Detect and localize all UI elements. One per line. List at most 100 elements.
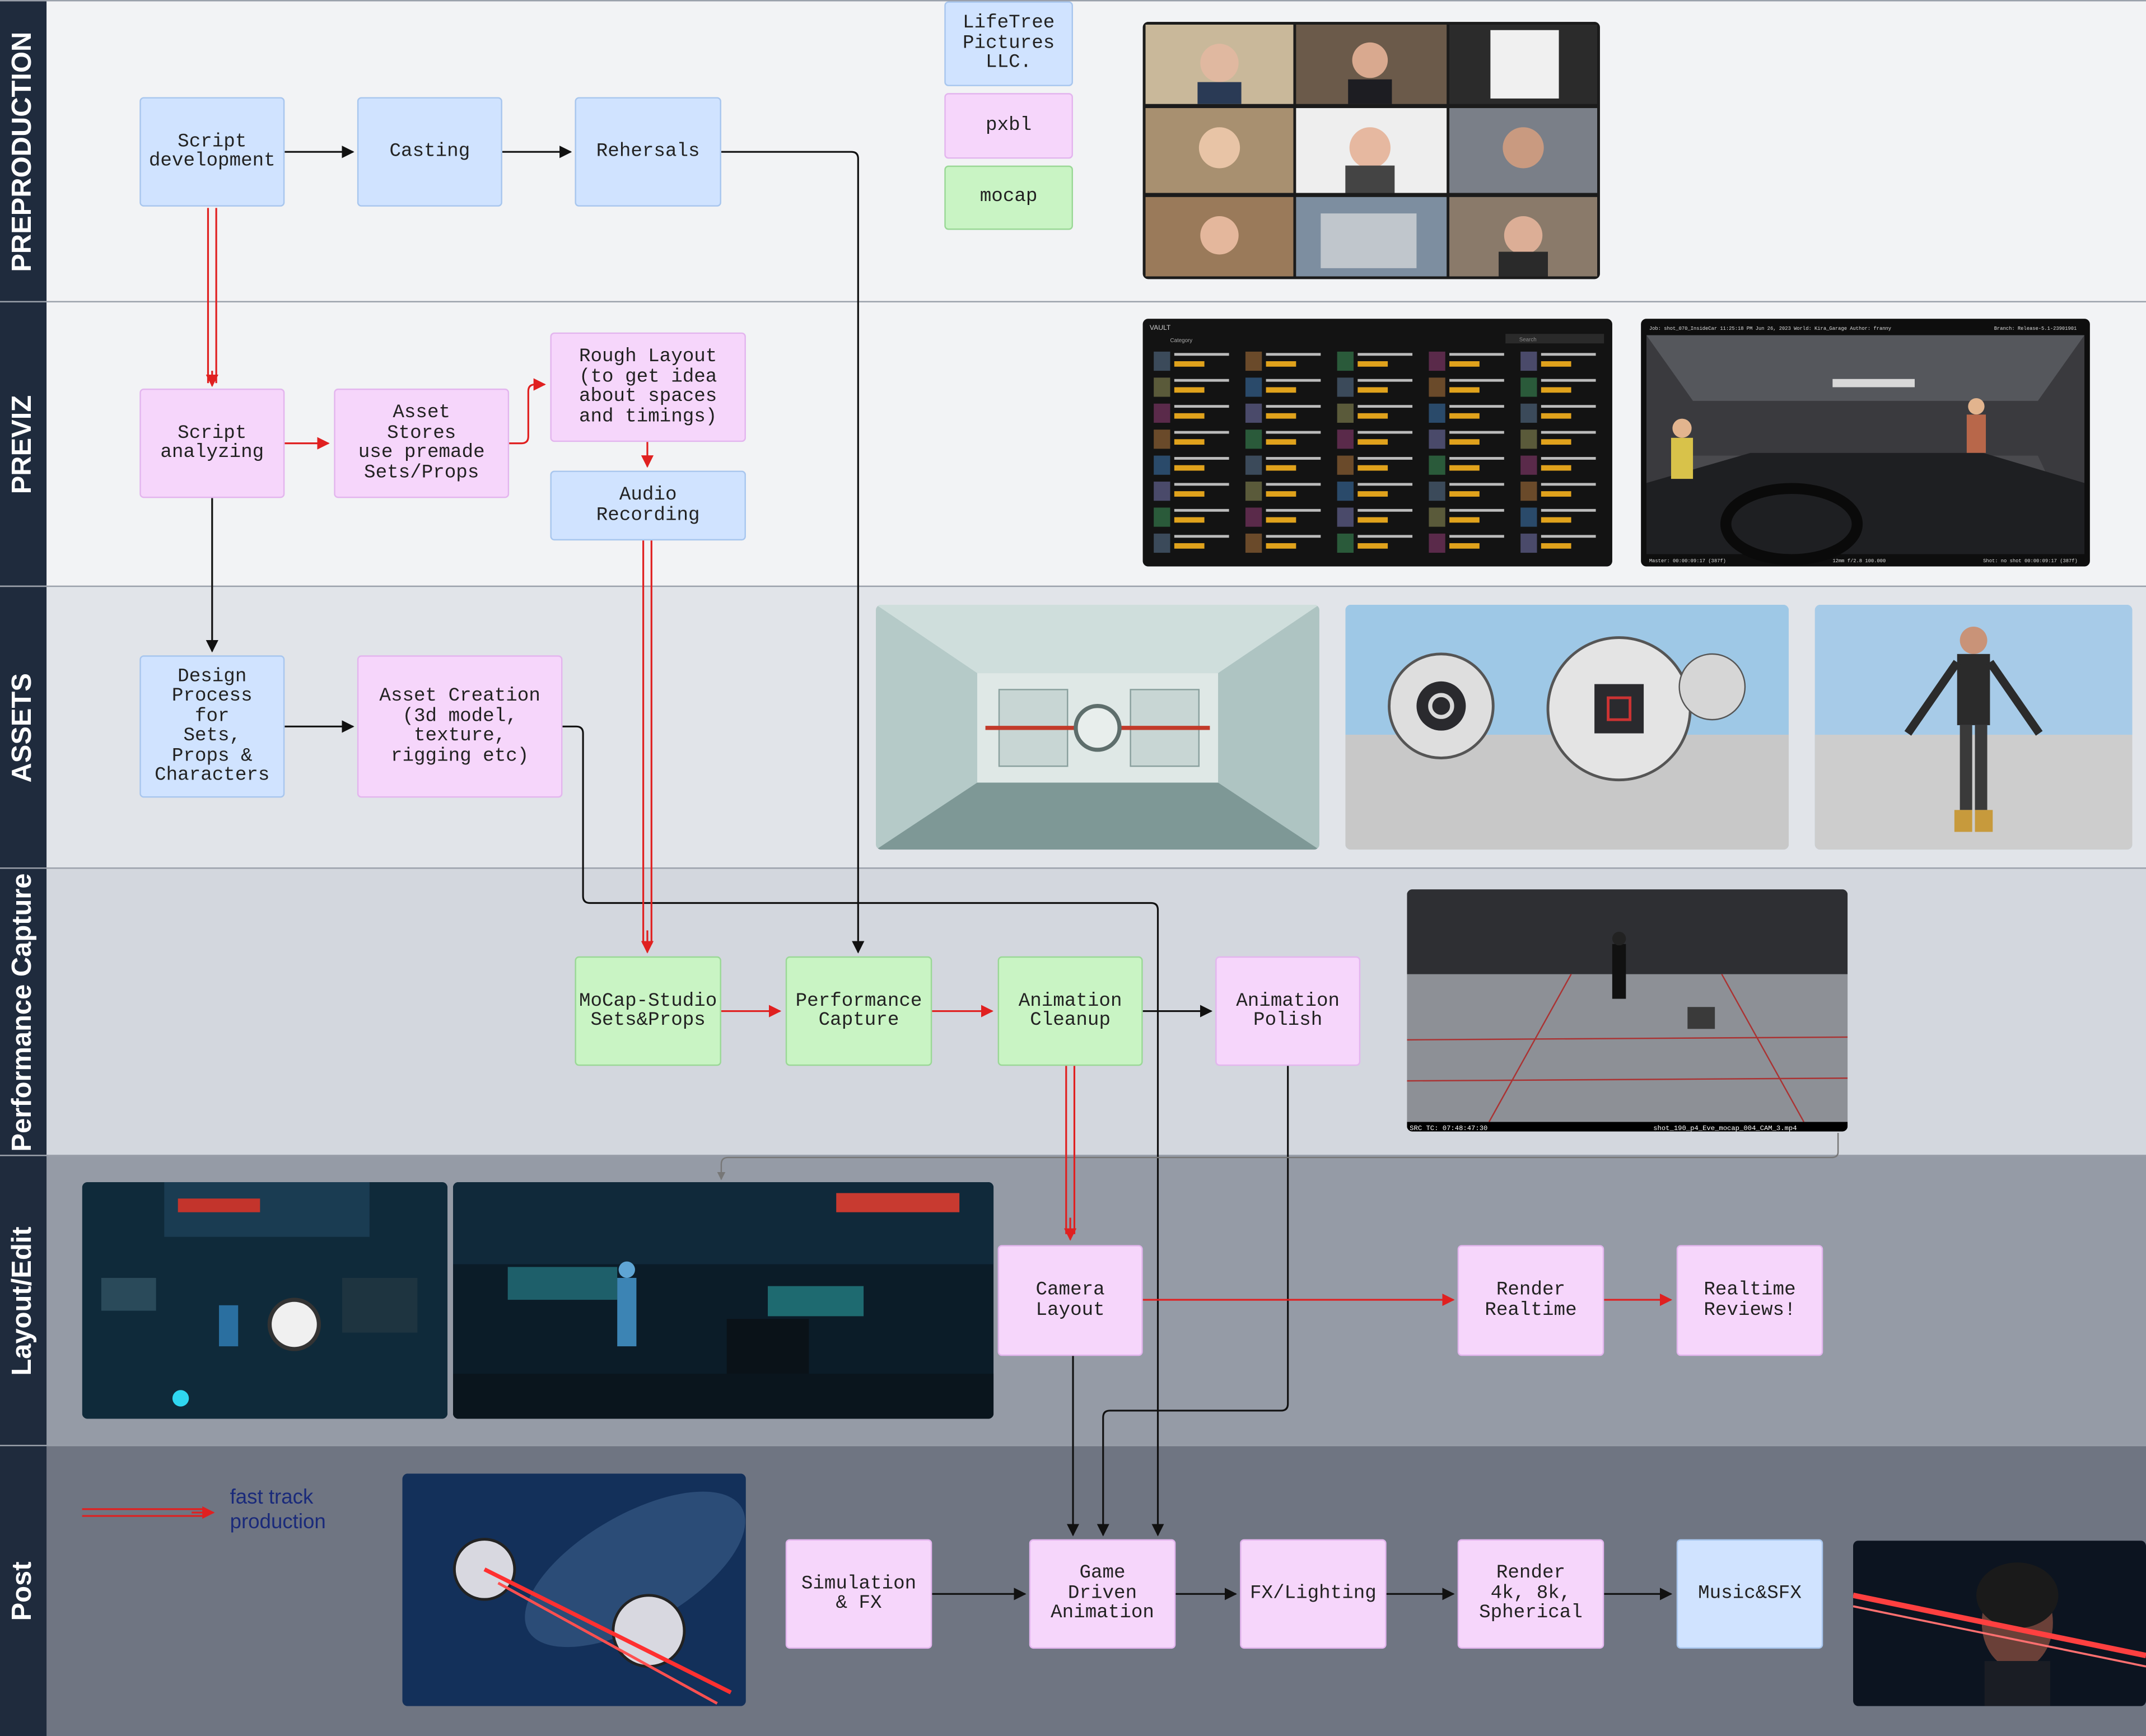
vault-thumbnail-title — [1357, 508, 1413, 512]
robot-drones-render — [1345, 604, 1789, 850]
vault-thumbnail — [1337, 351, 1354, 371]
vault-thumbnail — [1429, 482, 1445, 501]
vault-thumbnail-title — [1449, 379, 1504, 382]
vault-thumbnail-title — [1266, 431, 1321, 434]
vault-thumbnail-title — [1449, 483, 1504, 486]
vault-add-button — [1174, 413, 1205, 419]
node-render-realtime[interactable]: Render Realtime — [1457, 1245, 1604, 1356]
vault-thumbnail — [1154, 377, 1170, 397]
node-music-sfx[interactable]: Music&SFX — [1676, 1539, 1823, 1649]
vault-thumbnail-title — [1174, 431, 1229, 434]
legend-mocap: mocap — [944, 165, 1073, 230]
node-realtime-reviews[interactable]: Realtime Reviews! — [1676, 1245, 1823, 1356]
vault-thumbnail-title — [1449, 508, 1504, 512]
node-camera-layout[interactable]: Camera Layout — [997, 1245, 1143, 1356]
lane-label-performance-capture: Performance Capture — [7, 873, 38, 1152]
vault-add-button — [1357, 465, 1388, 471]
vault-thumbnail — [1429, 507, 1445, 527]
vault-thumbnail-title — [1541, 405, 1596, 408]
final-render-woman-laser — [1853, 1541, 2146, 1706]
vault-header: VAULT — [1150, 324, 1171, 332]
vault-thumbnail-title — [1174, 483, 1229, 486]
vault-thumbnail-title — [1449, 457, 1504, 460]
vault-filter: Category — [1170, 338, 1193, 344]
vault-add-button — [1449, 543, 1480, 549]
layout-topdown-render — [82, 1182, 448, 1419]
vault-thumbnail-title — [1357, 535, 1413, 538]
lane-label-layout-edit: Layout/Edit — [7, 1226, 38, 1376]
car-bottom-right: Shot: no shot 00:00:09:17 (387f) — [1983, 558, 2078, 564]
vault-add-button — [1266, 517, 1296, 523]
node-rough-layout[interactable]: Rough Layout (to get idea about spaces a… — [550, 332, 746, 442]
space-laser-render — [402, 1473, 746, 1706]
node-script-analyzing[interactable]: Script analyzing — [139, 388, 285, 498]
vault-thumbnail-title — [1541, 457, 1596, 460]
car-interior-previz-screenshot: Job: shot_070_InsideCar 11:25:18 PM Jun … — [1641, 319, 2090, 567]
node-performance-capture[interactable]: Performance Capture — [785, 956, 932, 1066]
vault-add-button — [1357, 543, 1388, 549]
vault-thumbnail — [1245, 430, 1262, 449]
node-rehersals[interactable]: Rehersals — [575, 97, 721, 207]
vault-add-button — [1266, 413, 1296, 419]
node-script-development[interactable]: Script development — [139, 97, 285, 207]
vault-add-button — [1541, 387, 1571, 393]
car-top-right: Branch: Release-5.1-23901901 — [1994, 326, 2077, 332]
lane-label-preproduction: PREPRODUCTION — [7, 31, 38, 272]
node-animation-polish[interactable]: Animation Polish — [1215, 956, 1361, 1066]
vault-thumbnail — [1245, 482, 1262, 501]
vault-thumbnail — [1429, 533, 1445, 553]
vault-thumbnail-title — [1357, 405, 1413, 408]
vault-thumbnail — [1337, 455, 1354, 475]
vault-add-button — [1266, 361, 1296, 367]
car-bottom-left: Master: 00:00:09:17 (387f) — [1649, 558, 1726, 564]
vault-thumbnail — [1154, 455, 1170, 475]
vault-thumbnail-title — [1357, 353, 1413, 356]
vault-add-button — [1449, 439, 1480, 445]
vault-add-button — [1357, 361, 1388, 367]
node-asset-creation[interactable]: Asset Creation (3d model, texture, riggi… — [357, 655, 563, 798]
node-mocap-studio[interactable]: MoCap-Studio Sets&Props — [575, 956, 721, 1066]
vault-add-button — [1174, 387, 1205, 393]
zoom-call-screenshot — [1142, 22, 1600, 279]
vault-thumbnail-title — [1449, 431, 1504, 434]
vault-thumbnail-title — [1266, 483, 1321, 486]
vault-thumbnail — [1245, 455, 1262, 475]
vault-add-button — [1174, 465, 1205, 471]
node-asset-stores[interactable]: Asset Stores use premade Sets/Props — [334, 388, 510, 498]
character-tpose-render — [1814, 604, 2133, 850]
vault-add-button — [1541, 543, 1571, 549]
node-render-4k[interactable]: Render 4k, 8k, Spherical — [1457, 1539, 1604, 1649]
node-audio-recording[interactable]: Audio Recording — [550, 470, 746, 541]
vault-thumbnail-title — [1266, 353, 1321, 356]
node-design-process[interactable]: Design Process for Sets, Props & Charact… — [139, 655, 285, 798]
lane-label-previz: PREVIZ — [7, 395, 38, 494]
vault-add-button — [1174, 517, 1205, 523]
vault-thumbnail-title — [1174, 379, 1229, 382]
mocap-filename: shot_190_p4_Eve_mocap_004_CAM_3.mp4 — [1653, 1124, 1797, 1131]
vault-thumbnail-title — [1357, 431, 1413, 434]
vault-thumbnail — [1429, 403, 1445, 423]
node-game-driven-animation[interactable]: Game Driven Animation — [1029, 1539, 1176, 1649]
vault-add-button — [1449, 465, 1480, 471]
node-animation-cleanup[interactable]: Animation Cleanup — [997, 956, 1143, 1066]
vault-thumbnail — [1337, 533, 1354, 553]
vault-thumbnail-title — [1174, 405, 1229, 408]
node-fx-lighting[interactable]: FX/Lighting — [1240, 1539, 1387, 1649]
vault-thumbnail — [1154, 403, 1170, 423]
vault-thumbnail — [1154, 507, 1170, 527]
vault-add-button — [1541, 439, 1571, 445]
vault-thumbnail-title — [1357, 483, 1413, 486]
vault-thumbnail-title — [1174, 457, 1229, 460]
vault-asset-store-screenshot: VAULT Category Search — [1142, 319, 1612, 567]
node-casting[interactable]: Casting — [357, 97, 502, 207]
vault-add-button — [1357, 413, 1388, 419]
vault-thumbnail-title — [1449, 535, 1504, 538]
vault-thumbnail-title — [1174, 535, 1229, 538]
vault-thumbnail — [1245, 351, 1262, 371]
vault-thumbnail — [1520, 455, 1537, 475]
vault-thumbnail — [1520, 377, 1537, 397]
vault-add-button — [1541, 491, 1571, 497]
node-simulation-fx[interactable]: Simulation & FX — [785, 1539, 932, 1649]
vault-thumbnail — [1429, 455, 1445, 475]
vault-thumbnail — [1337, 507, 1354, 527]
